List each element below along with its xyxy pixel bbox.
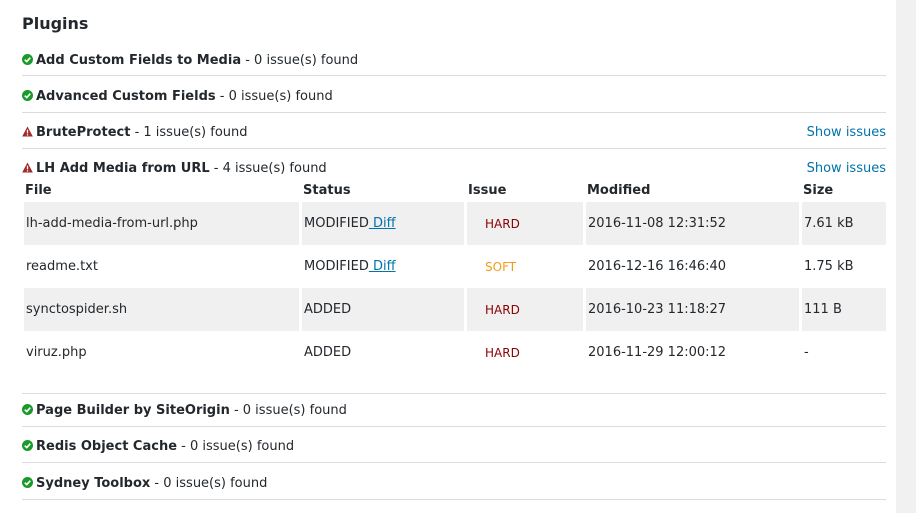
check-circle-icon xyxy=(22,54,33,65)
warning-icon xyxy=(22,126,33,137)
plugin-name: Redis Object Cache xyxy=(36,439,178,454)
modified-cell: 2016-10-23 11:18:27 xyxy=(586,288,802,331)
column-header-status: Status xyxy=(303,182,351,198)
column-header-size: Size xyxy=(803,182,834,198)
check-circle-icon xyxy=(22,477,33,488)
table-row: viruz.php ADDED HARD 2016-11-29 12:00:12… xyxy=(24,331,886,374)
plugin-row: Sydney Toolbox - 0 issue(s) found xyxy=(22,474,886,500)
plugin-name: LH Add Media from URL xyxy=(36,161,210,176)
plugin-name: Add Custom Fields to Media xyxy=(36,53,242,68)
plugin-summary: - 0 issue(s) found xyxy=(215,89,333,104)
size-cell: - xyxy=(804,345,809,360)
size-cell: 111 B xyxy=(802,288,886,331)
plugin-summary: - 0 issue(s) found xyxy=(241,53,359,68)
plugin-summary: - 4 issue(s) found xyxy=(209,161,327,176)
column-header-file: File xyxy=(25,182,52,198)
modified-cell: 2016-11-08 12:31:52 xyxy=(586,202,802,245)
show-issues-link[interactable]: Show issues xyxy=(807,159,886,179)
size-cell: 7.61 kB xyxy=(802,202,886,245)
file-cell: synctospider.sh xyxy=(24,288,302,331)
modified-cell: 2016-12-16 16:46:40 xyxy=(586,245,802,288)
issues-table: File Status Issue Modified Size lh-add-m… xyxy=(24,178,886,374)
status-text: ADDED xyxy=(304,345,352,360)
plugin-row: Advanced Custom Fields - 0 issue(s) foun… xyxy=(22,87,886,113)
issue-cell: HARD xyxy=(467,202,586,245)
plugin-name: Advanced Custom Fields xyxy=(36,89,216,104)
plugin-name: BruteProtect xyxy=(36,125,131,140)
plugin-summary: - 0 issue(s) found xyxy=(177,439,295,454)
check-circle-icon xyxy=(22,90,33,101)
plugin-row: Page Builder by SiteOrigin - 0 issue(s) … xyxy=(22,401,886,427)
status-cell: ADDED xyxy=(302,331,467,374)
plugin-row-expanded: LH Add Media from URL - 4 issue(s) found… xyxy=(22,159,886,394)
table-row: lh-add-media-from-url.php MODIFIED Diff … xyxy=(24,202,886,245)
plugin-summary: - 1 issue(s) found xyxy=(130,125,248,140)
column-header-modified: Modified xyxy=(587,182,651,198)
check-circle-icon xyxy=(22,440,33,451)
table-row: readme.txt MODIFIED Diff SOFT 2016-12-16… xyxy=(24,245,886,288)
plugin-name: Sydney Toolbox xyxy=(36,476,151,491)
plugin-row: BruteProtect - 1 issue(s) found Show iss… xyxy=(22,123,886,149)
size-cell: 1.75 kB xyxy=(804,259,854,274)
status-text: MODIFIED xyxy=(304,216,369,231)
modified-cell: 2016-11-29 12:00:12 xyxy=(586,331,802,374)
plugin-summary: - 0 issue(s) found xyxy=(150,476,268,491)
warning-icon xyxy=(22,162,33,173)
column-header-issue: Issue xyxy=(468,182,507,198)
show-issues-link[interactable]: Show issues xyxy=(807,123,886,143)
status-text: MODIFIED xyxy=(304,259,369,274)
diff-link[interactable]: Diff xyxy=(369,216,396,231)
table-row: synctospider.sh ADDED HARD 2016-10-23 11… xyxy=(24,288,886,331)
status-text: ADDED xyxy=(304,302,352,317)
issue-cell: HARD xyxy=(467,331,586,374)
status-cell: MODIFIED Diff xyxy=(302,202,467,245)
status-cell: ADDED xyxy=(302,288,467,331)
page-title: Plugins xyxy=(22,14,89,33)
plugin-row: Add Custom Fields to Media - 0 issue(s) … xyxy=(22,51,886,76)
plugin-row: Redis Object Cache - 0 issue(s) found xyxy=(22,437,886,463)
issue-cell: HARD xyxy=(467,288,586,331)
file-cell: readme.txt xyxy=(24,245,302,288)
status-cell: MODIFIED Diff xyxy=(302,245,467,288)
diff-link[interactable]: Diff xyxy=(369,259,396,274)
issue-cell: SOFT xyxy=(467,245,586,288)
plugin-summary: - 0 issue(s) found xyxy=(229,403,347,418)
file-cell: viruz.php xyxy=(24,331,302,374)
file-cell: lh-add-media-from-url.php xyxy=(24,202,302,245)
table-header-row: File Status Issue Modified Size xyxy=(24,178,886,202)
check-circle-icon xyxy=(22,404,33,415)
plugins-panel: Plugins Add Custom Fields to Media - 0 i… xyxy=(0,0,896,513)
plugin-name: Page Builder by SiteOrigin xyxy=(36,403,230,418)
